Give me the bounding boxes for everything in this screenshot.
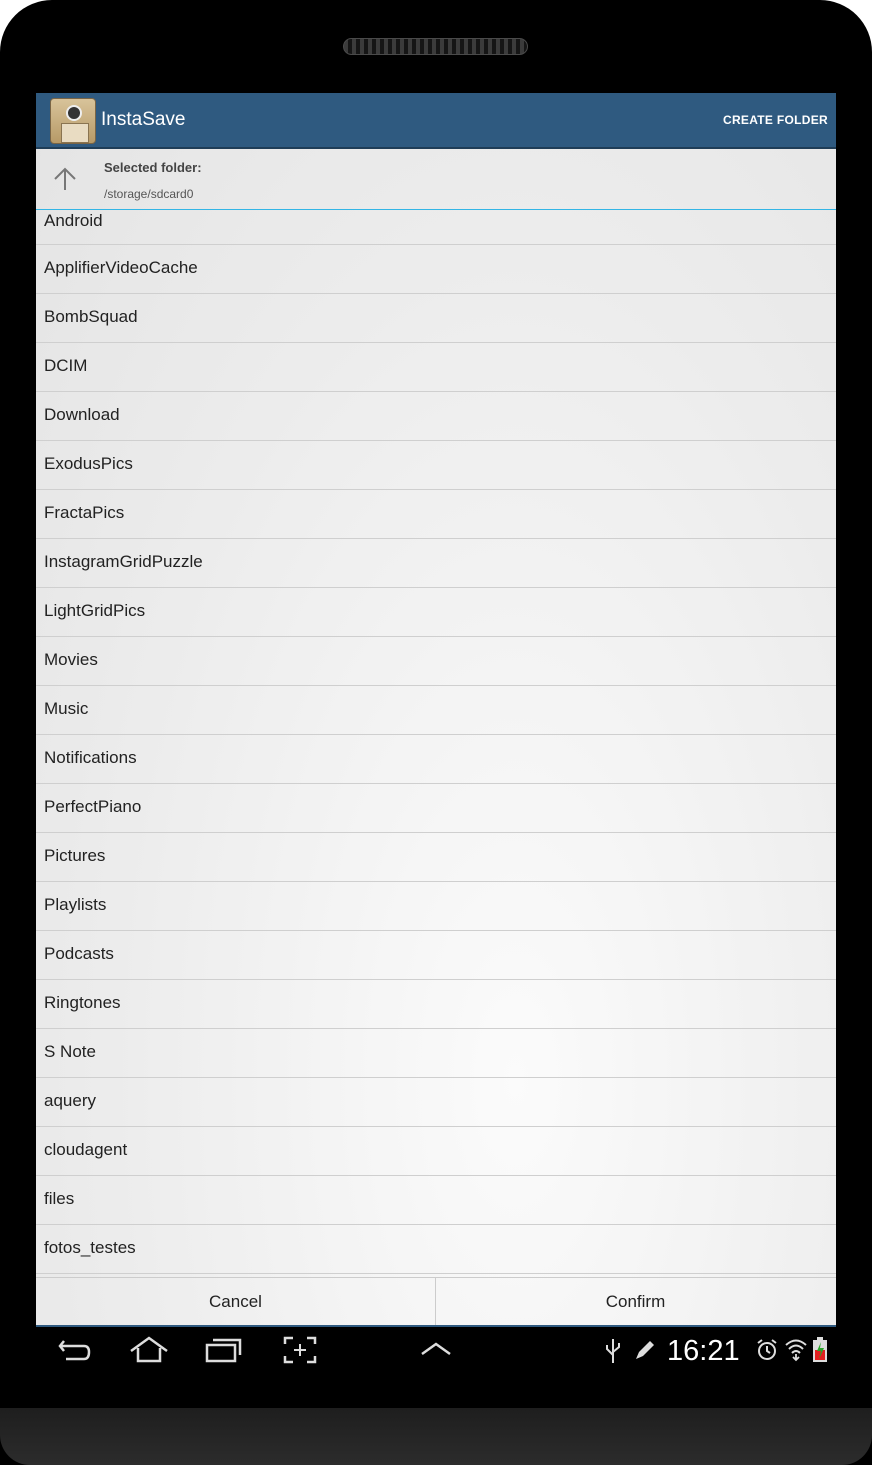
status-clock: 16:21: [667, 1335, 740, 1367]
folder-name: Notifications: [44, 748, 137, 767]
list-item[interactable]: fotos_testes: [36, 1225, 836, 1274]
usb-icon: [606, 1339, 620, 1363]
list-item[interactable]: Pictures: [36, 833, 836, 882]
list-item[interactable]: BombSquad: [36, 294, 836, 343]
folder-name: Android: [44, 211, 103, 230]
device-bottom-bezel: [0, 1408, 872, 1465]
back-icon[interactable]: [56, 1335, 92, 1365]
list-item[interactable]: ApplifierVideoCache: [36, 245, 836, 294]
folder-name: Playlists: [44, 895, 107, 914]
list-item[interactable]: Playlists: [36, 882, 836, 931]
list-item[interactable]: PerfectPiano: [36, 784, 836, 833]
folder-name: PerfectPiano: [44, 797, 142, 816]
create-folder-button[interactable]: CREATE FOLDER: [723, 113, 828, 127]
list-item[interactable]: files: [36, 1176, 836, 1225]
folder-name: S Note: [44, 1042, 96, 1061]
folder-name: Music: [44, 699, 89, 718]
folder-name: files: [44, 1189, 75, 1208]
folder-list: Android ApplifierVideoCache BombSquad DC…: [36, 210, 836, 1276]
list-item[interactable]: Android: [36, 210, 836, 245]
list-item[interactable]: Music: [36, 686, 836, 735]
list-item[interactable]: ExodusPics: [36, 441, 836, 490]
folder-name: Ringtones: [44, 993, 121, 1012]
folder-name: Pictures: [44, 846, 106, 865]
folder-name: FractaPics: [44, 503, 125, 522]
selected-folder-path: /storage/sdcard0: [104, 187, 194, 201]
menu-up-icon[interactable]: [420, 1341, 452, 1357]
folder-name: Movies: [44, 650, 98, 669]
speaker-grille: [343, 38, 528, 55]
selected-folder-header: Selected folder: /storage/sdcard0: [36, 149, 836, 210]
screenshot-icon[interactable]: [282, 1335, 318, 1365]
battery-icon: [813, 1337, 827, 1362]
folder-name: InstagramGridPuzzle: [44, 552, 203, 571]
cancel-button[interactable]: Cancel: [36, 1278, 436, 1326]
folder-name: ExodusPics: [44, 454, 133, 473]
list-item[interactable]: DCIM: [36, 343, 836, 392]
folder-name: fotos_testes: [44, 1238, 136, 1257]
wifi-icon: [785, 1339, 807, 1362]
selected-folder-label: Selected folder:: [104, 160, 202, 175]
folder-name: cloudagent: [44, 1140, 128, 1159]
home-icon[interactable]: [128, 1335, 170, 1365]
list-item[interactable]: Movies: [36, 637, 836, 686]
list-item[interactable]: cloudagent: [36, 1127, 836, 1176]
folder-name: BombSquad: [44, 307, 138, 326]
folder-name: aquery: [44, 1091, 96, 1110]
list-item[interactable]: Podcasts: [36, 931, 836, 980]
folder-picker-dialog: InstaSave CREATE FOLDER Selected folder:…: [36, 93, 836, 1327]
dialog-buttons: Cancel Confirm: [36, 1277, 836, 1326]
app-icon: [50, 98, 96, 144]
recent-apps-icon[interactable]: [204, 1335, 244, 1365]
list-item[interactable]: Ringtones: [36, 980, 836, 1029]
tablet-frame: InstaSave CREATE FOLDER Selected folder:…: [0, 0, 872, 1465]
confirm-button[interactable]: Confirm: [436, 1278, 835, 1326]
folder-name: Download: [44, 405, 120, 424]
edit-icon: [636, 1341, 654, 1359]
list-item[interactable]: S Note: [36, 1029, 836, 1078]
alarm-icon: [757, 1339, 777, 1360]
app-title: InstaSave: [101, 109, 186, 130]
list-item[interactable]: LightGridPics: [36, 588, 836, 637]
folder-name: ApplifierVideoCache: [44, 258, 198, 277]
list-item[interactable]: aquery: [36, 1078, 836, 1127]
folder-name: DCIM: [44, 356, 88, 375]
action-bar: InstaSave CREATE FOLDER: [36, 93, 836, 149]
list-item[interactable]: FractaPics: [36, 490, 836, 539]
folder-name: LightGridPics: [44, 601, 146, 620]
list-item[interactable]: InstagramGridPuzzle: [36, 539, 836, 588]
system-navigation-bar: 16:21: [36, 1327, 836, 1375]
up-arrow-icon[interactable]: [52, 166, 78, 192]
list-item[interactable]: Download: [36, 392, 836, 441]
folder-name: Podcasts: [44, 944, 114, 963]
list-item[interactable]: Notifications: [36, 735, 836, 784]
